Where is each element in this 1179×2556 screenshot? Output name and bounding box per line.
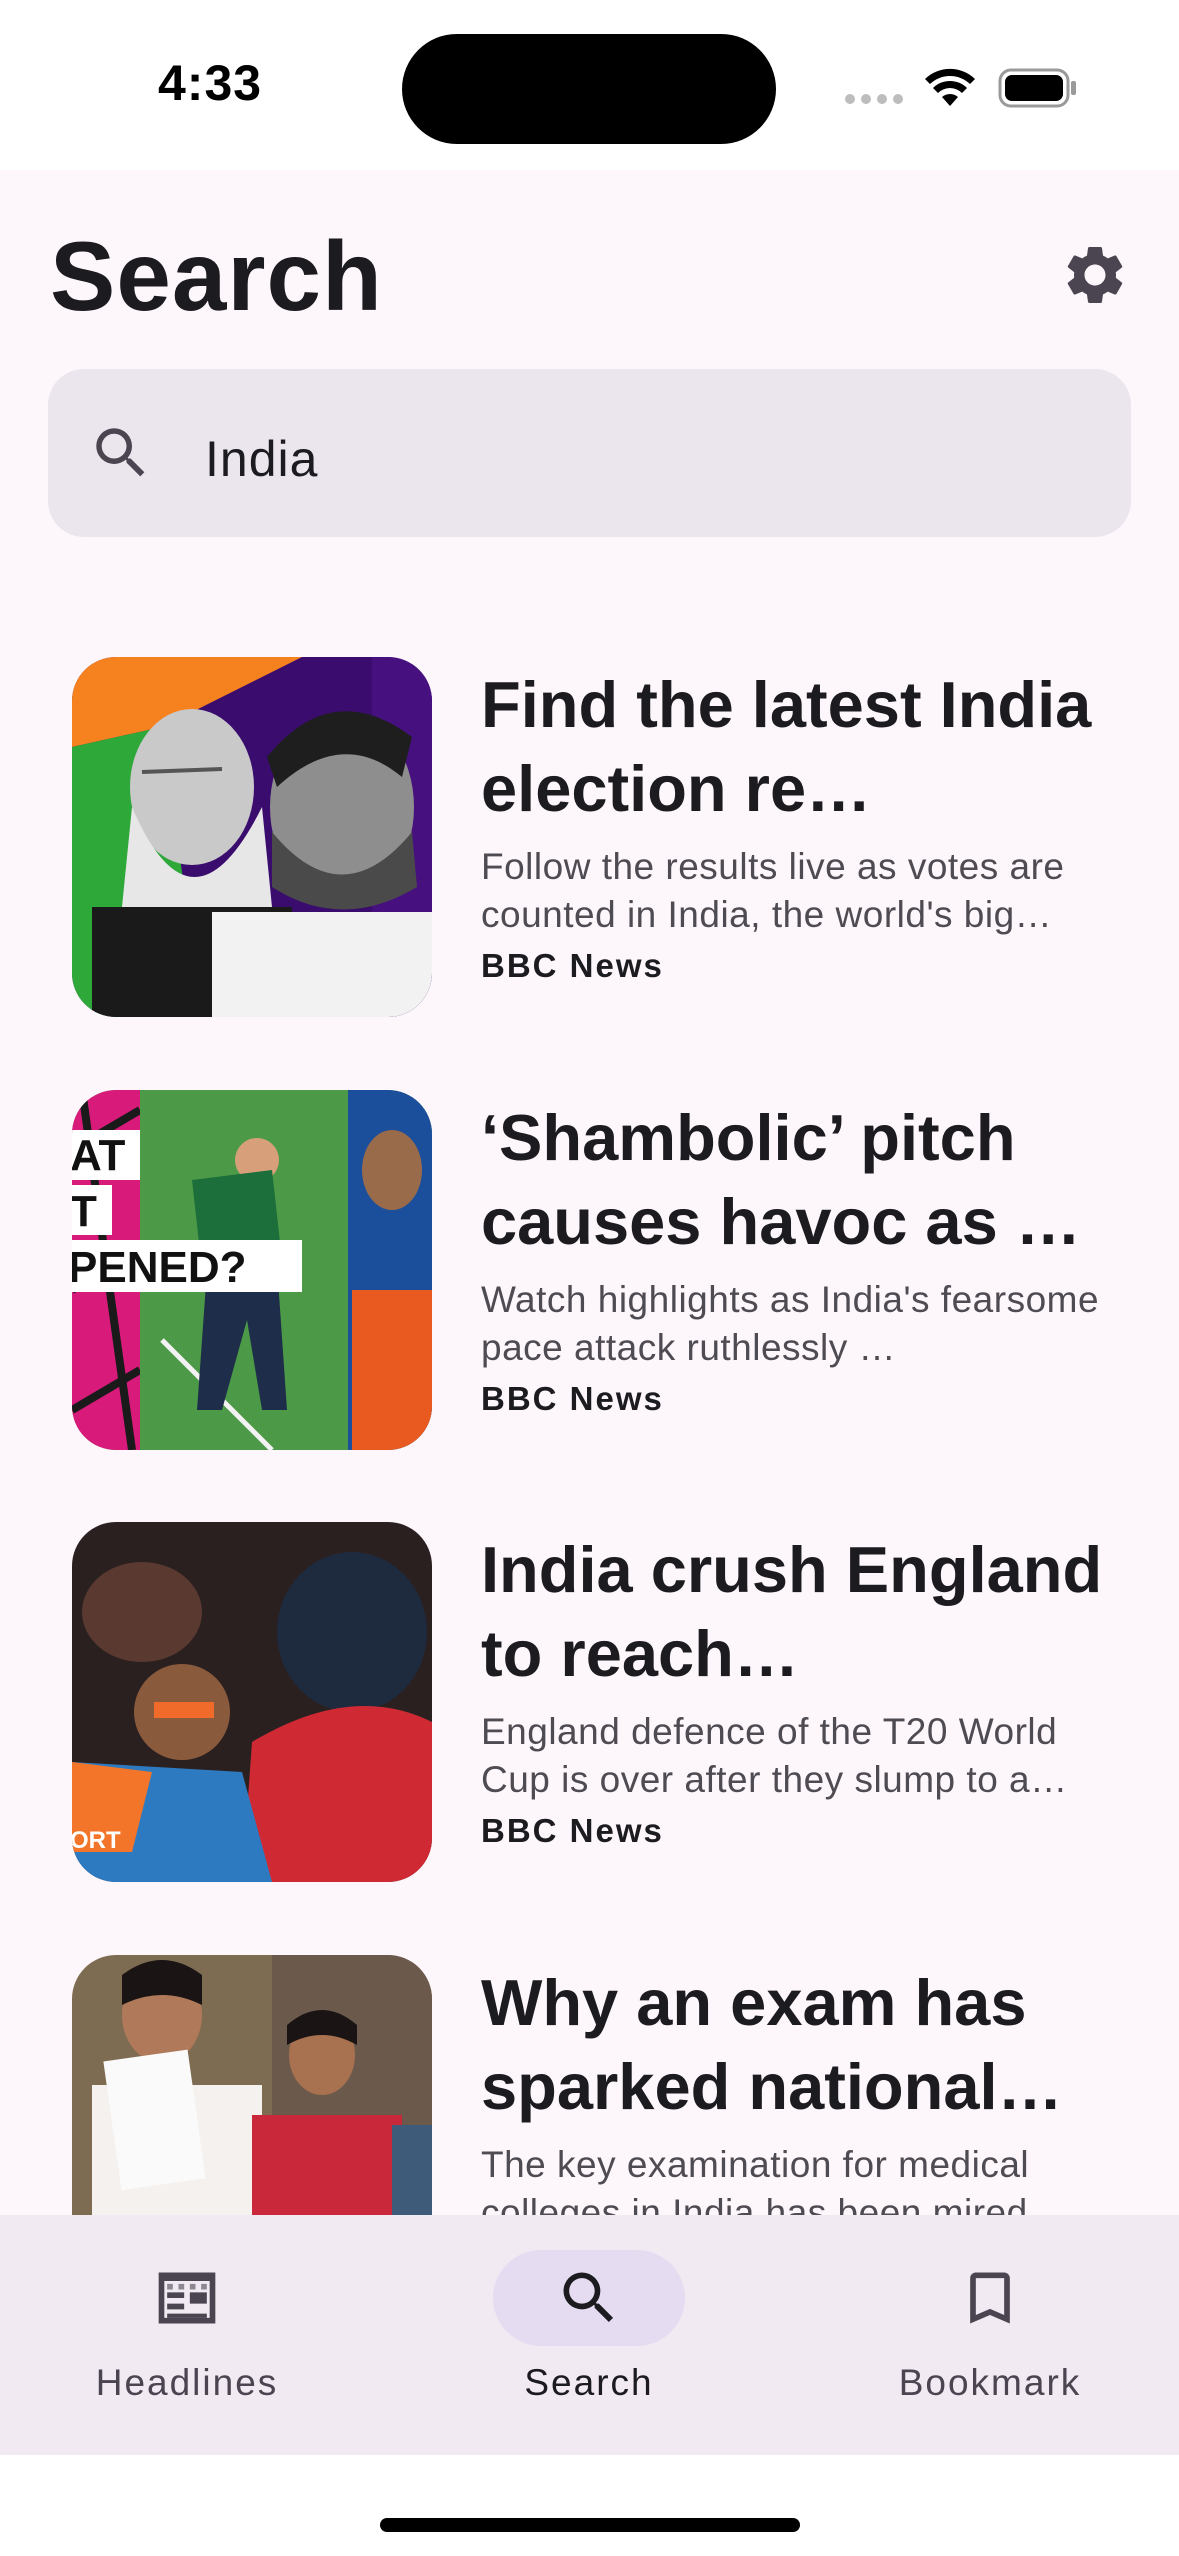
nav-label: Headlines <box>95 2362 279 2403</box>
newspaper-icon <box>158 2272 216 2324</box>
article-description: The key examination for medical colleges… <box>481 2144 1066 2215</box>
article-description: England defence of the T20 World Cup is … <box>481 1711 1068 1800</box>
article-title: Why an exam has sparked national… <box>481 1966 1063 2123</box>
article-title: India crush England to reach… <box>481 1533 1103 1690</box>
article-title: ‘Shambolic’ pitch causes havoc as … <box>481 1101 1081 1258</box>
bottom-navigation: Headlines Search Bookmark <box>0 2215 1179 2455</box>
settings-gear-icon[interactable] <box>1060 240 1130 310</box>
article-thumbnail: AT T PENED? <box>72 1090 432 1450</box>
search-results-list[interactable]: Find the latest India election re… Follo… <box>0 600 1179 2215</box>
search-input[interactable]: India <box>205 430 318 488</box>
list-item[interactable]: Why an exam has sparked national… The ke… <box>72 1955 1152 2215</box>
article-source: BBC News <box>481 1380 664 1417</box>
nav-label: Search <box>524 2362 654 2403</box>
list-item[interactable]: Find the latest India election re… Follo… <box>72 657 1152 1019</box>
thumb-text-2: T <box>72 1187 97 1236</box>
article-source: BBC News <box>481 947 664 984</box>
home-indicator-area <box>0 2455 1179 2556</box>
thumb-text: ORT <box>72 1827 121 1854</box>
article-description: Watch highlights as India's fearsome pac… <box>481 1279 1100 1368</box>
article-thumbnail <box>72 657 432 1017</box>
nav-bookmark[interactable]: Bookmark <box>840 2215 1140 2455</box>
list-item[interactable]: AT T PENED? ‘Shambolic’ pitch causes hav… <box>72 1090 1152 1452</box>
nav-search[interactable]: Search <box>439 2215 739 2455</box>
wifi-icon <box>925 68 975 106</box>
bookmark-icon <box>970 2272 1010 2324</box>
thumb-text-3: PENED? <box>72 1243 246 1292</box>
article-title: Find the latest India election re… <box>481 668 1092 825</box>
list-item[interactable]: ORT India crush England to reach… Englan… <box>72 1522 1152 1884</box>
thumb-text-1: AT <box>72 1131 126 1180</box>
article-thumbnail: ORT <box>72 1522 432 1882</box>
article-description: Follow the results live as votes are cou… <box>481 846 1065 935</box>
cellular-signal-icon <box>845 94 905 104</box>
nav-headlines[interactable]: Headlines <box>37 2215 337 2455</box>
nav-label: Bookmark <box>898 2362 1082 2403</box>
battery-icon <box>998 68 1076 108</box>
status-time: 4:33 <box>158 55 263 111</box>
search-icon <box>563 2272 614 2323</box>
page-title: Search <box>50 221 383 331</box>
article-thumbnail <box>72 1955 432 2215</box>
home-indicator[interactable] <box>380 2518 800 2532</box>
dynamic-island <box>402 34 776 144</box>
search-icon <box>96 428 145 477</box>
article-source: BBC News <box>481 1812 664 1849</box>
